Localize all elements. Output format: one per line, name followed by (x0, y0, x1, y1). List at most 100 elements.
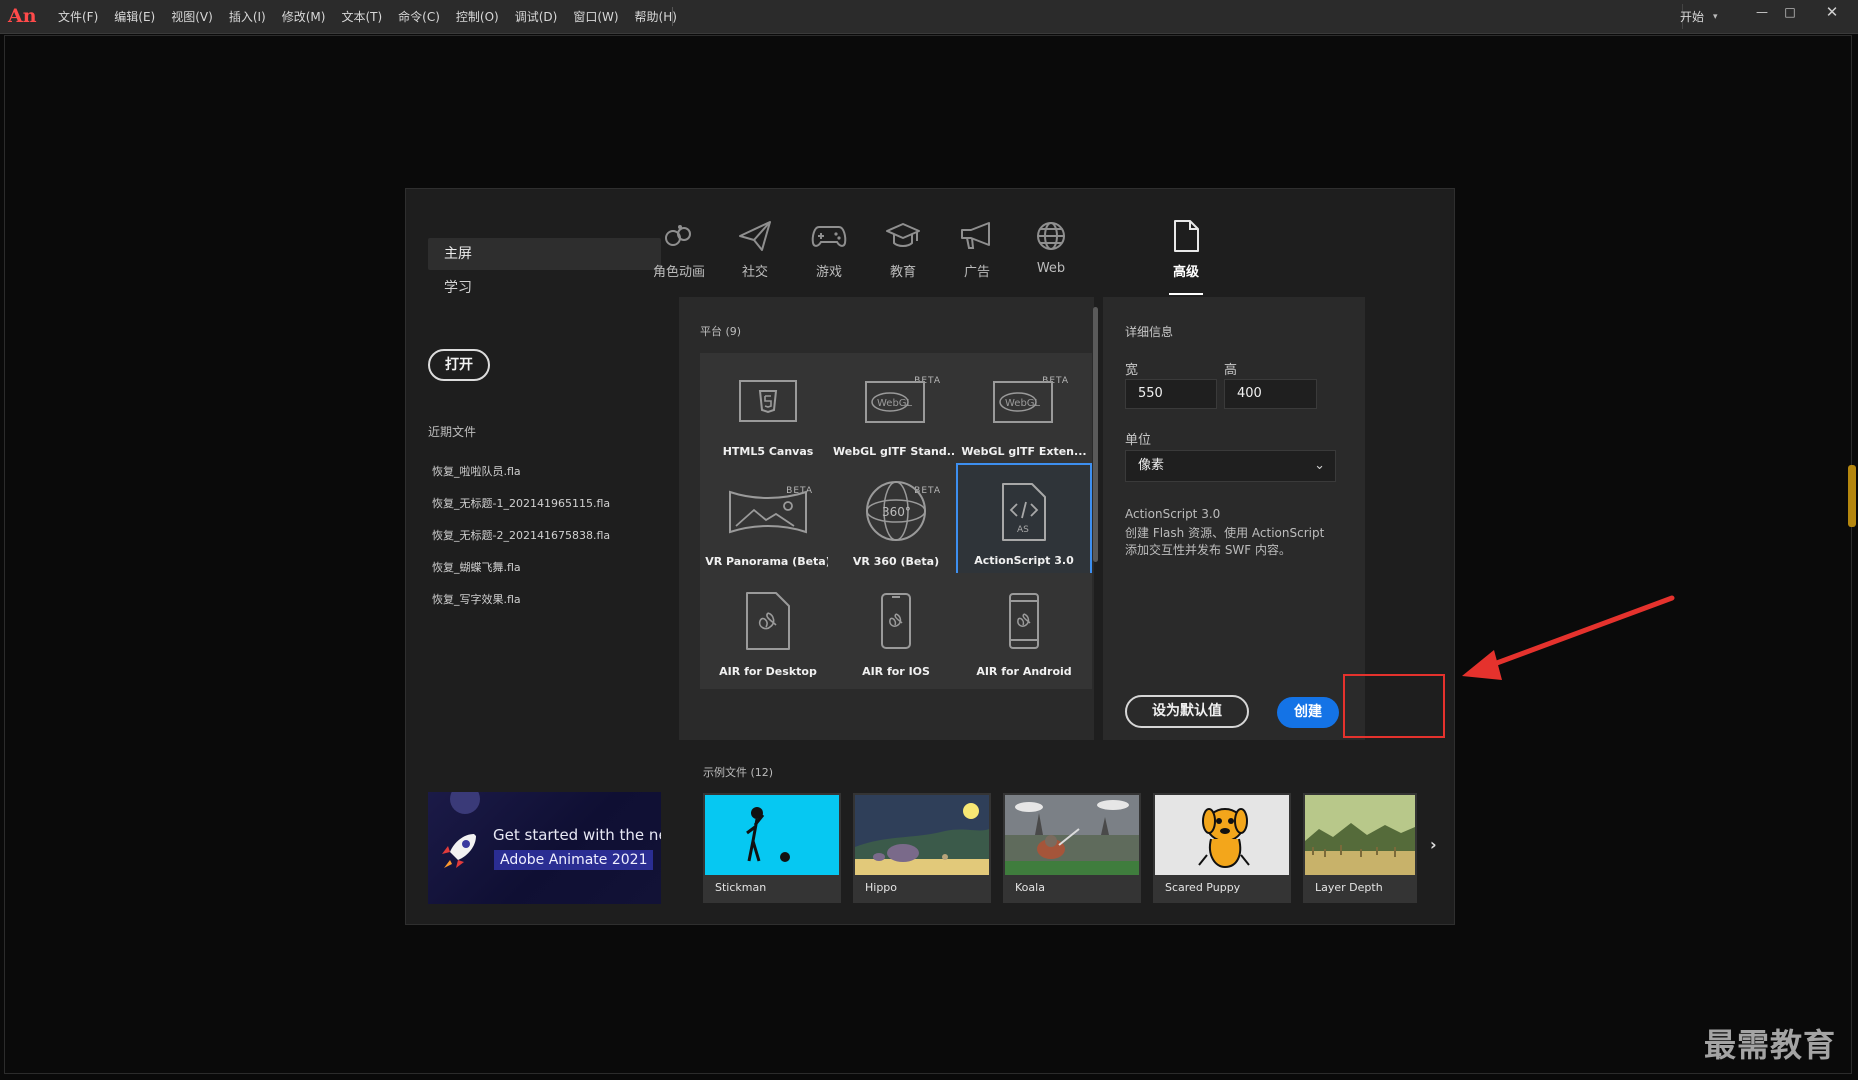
sample-scared-puppy[interactable]: Scared Puppy (1153, 793, 1291, 903)
rocket-icon (442, 834, 476, 868)
tab-social[interactable]: 社交 (719, 217, 791, 280)
sample-thumbnail (855, 795, 989, 875)
unit-select[interactable]: 像素 ⌄ (1125, 450, 1336, 482)
actionscript-icon: AS (958, 477, 1090, 547)
preset-webgl-extended[interactable]: BETA WebGL WebGL glTF Exten... (956, 353, 1092, 469)
preset-description-title: ActionScript 3.0 (1125, 507, 1221, 521)
menu-text[interactable]: 文本(T) (333, 8, 390, 25)
tab-label: 游戏 (815, 265, 842, 280)
air-desktop-icon (701, 586, 835, 656)
recent-file-item[interactable]: 恢复_啦啦队员.fla (432, 464, 610, 496)
preset-html5-canvas[interactable]: HTML5 Canvas (700, 353, 836, 469)
tab-label: Web (1036, 261, 1066, 276)
menu-control[interactable]: 控制(O) (448, 8, 507, 25)
globe-icon (1015, 217, 1087, 255)
window-controls: — □ ✕ (1748, 0, 1858, 33)
tab-education[interactable]: 教育 (867, 217, 939, 280)
menu-commands[interactable]: 命令(C) (390, 8, 448, 25)
open-button[interactable]: 打开 (428, 349, 490, 381)
start-screen-dialog: 主屏 学习 打开 近期文件 恢复_啦啦队员.fla 恢复_无标题-1_20214… (405, 188, 1455, 925)
caret-down-icon: ▾ (1713, 11, 1718, 22)
platform-presets-panel: 平台 (9) HTML5 Canvas BETA WebGL WebGL glT… (679, 297, 1094, 740)
sample-koala[interactable]: Koala (1003, 793, 1141, 903)
presets-scrollbar[interactable] (1093, 307, 1098, 562)
preset-vr-360[interactable]: BETA 360° VR 360 (Beta) (828, 463, 964, 579)
tab-advanced[interactable]: 高级 (1150, 217, 1222, 280)
tab-label: 角色动画 (652, 265, 705, 280)
create-button[interactable]: 创建 (1277, 697, 1339, 728)
recent-files-title: 近期文件 (428, 425, 477, 439)
tab-label: 社交 (741, 265, 768, 280)
sample-hippo[interactable]: Hippo (853, 793, 991, 903)
preset-label: HTML5 Canvas (722, 445, 814, 458)
preset-label: VR 360 (Beta) (852, 555, 940, 568)
tab-advertising[interactable]: 广告 (941, 217, 1013, 280)
height-field[interactable]: 400 (1224, 379, 1317, 409)
promo-banner[interactable]: Get started with the new Adobe Animate 2… (428, 792, 661, 904)
planet-decoration (450, 792, 480, 814)
animate-logo: An (8, 5, 37, 27)
unit-value: 像素 (1138, 458, 1165, 473)
webgl-icon: WebGL (829, 366, 963, 436)
recent-file-item[interactable]: 恢复_写字效果.fla (432, 592, 610, 624)
sample-thumbnail (1305, 795, 1415, 875)
highlight-box (1343, 674, 1445, 738)
sample-name: Layer Depth (1315, 881, 1383, 894)
vr-panorama-icon (701, 476, 835, 546)
preset-air-android[interactable]: AIR for Android (956, 573, 1092, 689)
character-animation-icon (643, 217, 715, 255)
preset-webgl-standard[interactable]: BETA WebGL WebGL glTF Stand... (828, 353, 964, 469)
width-field[interactable]: 550 (1125, 379, 1217, 409)
preset-vr-panorama[interactable]: BETA VR Panorama (Beta) (700, 463, 836, 579)
watermark: 最需教育 (1704, 1026, 1837, 1064)
nav-learn[interactable]: 学习 (444, 277, 472, 297)
workspace-label: 开始 (1680, 10, 1705, 24)
sample-layer-depth[interactable]: Layer Depth (1303, 793, 1417, 903)
nav-home[interactable]: 主屏 (428, 238, 661, 270)
preset-air-desktop[interactable]: AIR for Desktop (700, 573, 836, 689)
set-default-button[interactable]: 设为默认值 (1125, 695, 1249, 728)
close-button[interactable]: ✕ (1804, 0, 1858, 24)
recent-file-item[interactable]: 恢复_无标题-2_202141675838.fla (432, 528, 610, 560)
tab-label: 广告 (963, 265, 990, 280)
svg-text:WebGL: WebGL (877, 398, 913, 409)
preset-actionscript-3[interactable]: AS ActionScript 3.0 (956, 463, 1092, 579)
menu-modify[interactable]: 修改(M) (274, 8, 334, 25)
sample-stickman[interactable]: Stickman (703, 793, 841, 903)
menu-edit[interactable]: 编辑(E) (106, 8, 163, 25)
maximize-button[interactable]: □ (1776, 0, 1804, 24)
recent-file-item[interactable]: 恢复_无标题-1_202141965115.fla (432, 496, 610, 528)
paper-plane-icon (719, 217, 791, 255)
tab-games[interactable]: 游戏 (793, 217, 865, 280)
svg-text:360°: 360° (882, 505, 911, 519)
menu-insert[interactable]: 插入(I) (221, 8, 274, 25)
tab-web[interactable]: Web (1015, 217, 1087, 276)
graduation-cap-icon (867, 217, 939, 255)
recent-files-list: 恢复_啦啦队员.fla 恢复_无标题-1_202141965115.fla 恢复… (432, 464, 610, 624)
sample-name: Koala (1015, 881, 1045, 894)
svg-text:AS: AS (1017, 525, 1029, 535)
recent-file-item[interactable]: 恢复_蝴蝶飞舞.fla (432, 560, 610, 592)
chevron-right-icon[interactable]: › (1430, 835, 1437, 854)
html5-icon (701, 366, 835, 436)
menu-window[interactable]: 窗口(W) (565, 8, 626, 25)
active-tab-indicator (1169, 293, 1203, 295)
samples-heading: 示例文件 (12) (703, 766, 774, 779)
air-android-icon (957, 586, 1091, 656)
menu-help[interactable]: 帮助(H) (627, 8, 685, 25)
menu-file[interactable]: 文件(F) (50, 8, 106, 25)
tab-character-animation[interactable]: 角色动画 (643, 217, 715, 280)
preset-air-ios[interactable]: AIR for IOS (828, 573, 964, 689)
sample-name: Scared Puppy (1165, 881, 1241, 894)
menu-bar: 文件(F) 编辑(E) 视图(V) 插入(I) 修改(M) 文本(T) 命令(C… (50, 0, 685, 33)
preset-label: VR Panorama (Beta) (705, 555, 831, 568)
menu-view[interactable]: 视图(V) (163, 8, 221, 25)
workspace-switcher[interactable]: 开始 ▾ (1680, 0, 1718, 33)
preset-label: WebGL glTF Stand... (833, 445, 959, 458)
menu-debug[interactable]: 调试(D) (507, 8, 566, 25)
minimize-button[interactable]: — (1748, 0, 1776, 24)
promo-headline: Get started with the new (493, 826, 661, 844)
svg-text:WebGL: WebGL (1005, 398, 1041, 409)
right-edge-scrollbar[interactable] (1848, 465, 1856, 527)
tab-label: 教育 (889, 265, 916, 280)
